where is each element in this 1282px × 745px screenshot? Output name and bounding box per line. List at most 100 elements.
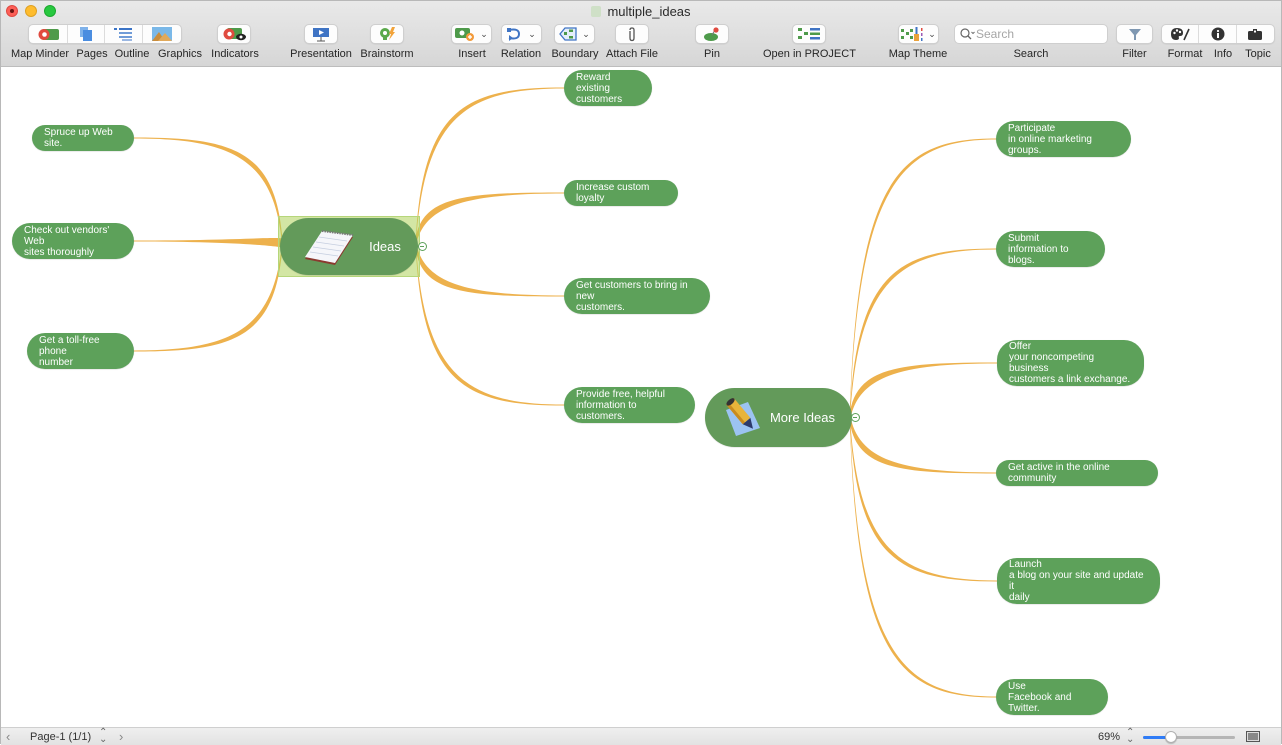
- branch-link: [850, 138, 996, 417]
- indicators-icon: [223, 28, 246, 41]
- branch-link: [416, 244, 564, 406]
- open-in-project-label: Open in PROJECT: [763, 48, 856, 60]
- topic-node[interactable]: Launch a blog on your site and update it…: [997, 558, 1160, 604]
- graphics-button[interactable]: [143, 25, 181, 43]
- insert-label: Insert: [458, 48, 486, 60]
- chevron-down-icon: ⌄: [480, 28, 488, 39]
- palette-icon: [1171, 28, 1190, 41]
- brainstorm-button[interactable]: [370, 24, 404, 44]
- map-theme-icon: [901, 26, 923, 41]
- branch-link: [850, 248, 996, 419]
- pin-button[interactable]: [695, 24, 729, 44]
- relation-icon: [507, 28, 521, 41]
- previous-page-button[interactable]: ‹: [6, 729, 10, 744]
- info-label: Info: [1213, 48, 1233, 60]
- map-theme-label: Map Theme: [888, 48, 948, 60]
- next-page-button[interactable]: ›: [119, 729, 123, 744]
- topic-node[interactable]: Submit information to blogs.: [996, 231, 1105, 267]
- branch-link: [850, 416, 997, 582]
- window-title-text: multiple_ideas: [607, 4, 691, 19]
- collapse-toggle-ideas[interactable]: [418, 242, 427, 251]
- indicators-button[interactable]: [217, 24, 251, 44]
- fit-page-icon[interactable]: [1246, 731, 1260, 742]
- branch-link: [134, 242, 282, 352]
- pages-label: Pages: [76, 48, 108, 60]
- attach-file-label: Attach File: [606, 48, 658, 60]
- insert-button[interactable]: ⌄: [451, 24, 492, 44]
- topic-node[interactable]: Provide free, helpful information to cus…: [564, 387, 695, 423]
- inspector-button-group: [1161, 24, 1275, 44]
- format-button[interactable]: [1162, 25, 1200, 43]
- branch-link: [134, 238, 282, 248]
- topic-node[interactable]: Reward existing customers: [564, 70, 652, 106]
- document-icon: [591, 6, 602, 17]
- topic-node[interactable]: Get active in the online community: [996, 460, 1158, 486]
- insert-topic-icon: [455, 28, 475, 41]
- branch-link: [134, 137, 282, 244]
- topic-node[interactable]: Check out vendors' Web sites thoroughly: [12, 223, 134, 259]
- brainstorm-label: Brainstorm: [360, 48, 414, 60]
- collapse-toggle-more-ideas[interactable]: [851, 413, 860, 422]
- filter-button[interactable]: [1116, 24, 1153, 44]
- outline-label: Outline: [114, 48, 150, 60]
- format-label: Format: [1167, 48, 1203, 60]
- zoom-slider[interactable]: [1143, 731, 1235, 743]
- relation-label: Relation: [500, 48, 542, 60]
- toolbar: multiple_ideas Map Minder Pages Outline …: [1, 1, 1281, 67]
- map-theme-button[interactable]: ⌄: [898, 24, 939, 44]
- topic-button[interactable]: [1237, 25, 1274, 43]
- pages-button[interactable]: [68, 25, 106, 43]
- topic-node[interactable]: Participate in online marketing groups.: [996, 121, 1131, 157]
- branch-link: [850, 418, 996, 698]
- notepad-icon: [305, 229, 354, 265]
- info-button[interactable]: [1199, 25, 1237, 43]
- branch-link: [416, 192, 564, 246]
- central-topic-ideas[interactable]: Ideas: [280, 218, 418, 275]
- search-field[interactable]: [954, 24, 1108, 44]
- boundary-label: Boundary: [551, 48, 599, 60]
- branch-link: [416, 242, 564, 297]
- status-bar: ‹ Page-1 (1/1) ⌃ ⌄ › 69% ⌃ ⌄: [1, 727, 1281, 745]
- search-label: Search: [1013, 48, 1049, 60]
- boundary-button[interactable]: ⌄: [554, 24, 595, 44]
- topic-node[interactable]: Spruce up Web site.: [32, 125, 134, 151]
- attach-file-button[interactable]: [615, 24, 649, 44]
- search-icon: [960, 28, 975, 40]
- window-title: multiple_ideas: [1, 4, 1281, 19]
- graphics-label: Graphics: [157, 48, 203, 60]
- central-topic-more-ideas[interactable]: More Ideas: [705, 388, 852, 447]
- presentation-label: Presentation: [290, 48, 352, 60]
- pin-icon: [704, 26, 719, 41]
- topic-node[interactable]: Offer your noncompeting business custome…: [997, 340, 1144, 386]
- page-stepper[interactable]: ⌃ ⌄: [99, 728, 107, 745]
- graphics-icon: [151, 27, 172, 41]
- topic-node[interactable]: Get a toll-free phone number: [27, 333, 134, 369]
- branch-link: [850, 414, 996, 474]
- paperclip-icon: [629, 26, 635, 41]
- topic-node[interactable]: Use Facebook and Twitter.: [996, 679, 1108, 715]
- central-topic-label: Ideas: [369, 239, 401, 254]
- zoom-slider-knob[interactable]: [1164, 731, 1177, 743]
- topic-node[interactable]: Get customers to bring in new customers.: [564, 278, 710, 314]
- relation-button[interactable]: ⌄: [501, 24, 542, 44]
- zoom-stepper[interactable]: ⌃ ⌄: [1126, 728, 1134, 745]
- chevron-down-icon: ⌄: [582, 28, 590, 39]
- pin-label: Pin: [704, 48, 720, 60]
- map-minder-icon: [38, 29, 59, 40]
- outline-button[interactable]: [105, 25, 143, 43]
- app-window: multiple_ideas Map Minder Pages Outline …: [0, 0, 1282, 745]
- project-icon: [798, 28, 820, 40]
- open-in-project-button[interactable]: [792, 24, 826, 44]
- map-minder-label: Map Minder: [10, 48, 70, 60]
- map-minder-button[interactable]: [29, 25, 68, 43]
- topic-label: Topic: [1245, 48, 1271, 60]
- presentation-button[interactable]: [304, 24, 338, 44]
- filter-icon: [1128, 29, 1141, 40]
- presentation-icon: [313, 27, 329, 41]
- boundary-icon: [559, 27, 577, 41]
- map-canvas[interactable]: Ideas More Ideas Spruce up Web site. Che…: [2, 67, 1281, 727]
- search-input[interactable]: [976, 27, 1096, 41]
- indicators-label: Indicators: [211, 48, 259, 60]
- topic-node[interactable]: Increase custom loyalty: [564, 180, 678, 206]
- central-topic-label: More Ideas: [769, 410, 836, 425]
